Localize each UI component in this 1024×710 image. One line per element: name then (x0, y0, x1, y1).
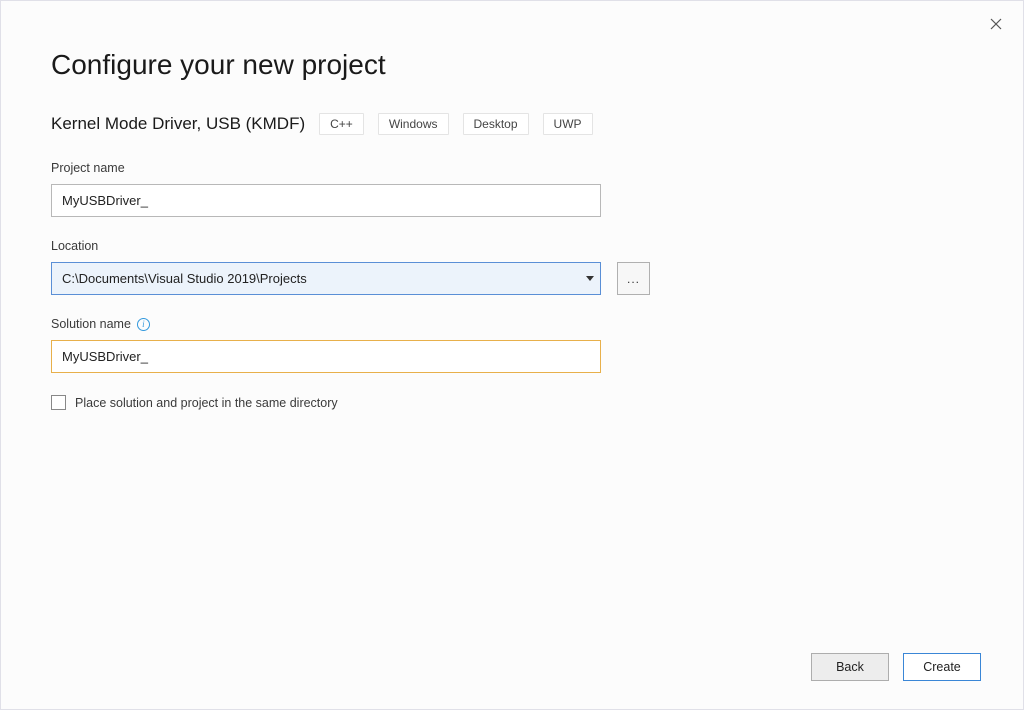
project-name-input[interactable] (51, 184, 601, 217)
solution-name-input[interactable] (51, 340, 601, 373)
tag-desktop: Desktop (463, 113, 529, 135)
solution-name-group: Solution name i (51, 317, 973, 373)
back-button[interactable]: Back (811, 653, 889, 681)
location-label: Location (51, 239, 973, 253)
solution-name-label: Solution name (51, 317, 131, 331)
project-name-group: Project name (51, 161, 973, 217)
template-row: Kernel Mode Driver, USB (KMDF) C++ Windo… (51, 113, 973, 135)
tag-windows: Windows (378, 113, 449, 135)
chevron-down-icon (580, 263, 600, 294)
create-button[interactable]: Create (903, 653, 981, 681)
tag-cpp: C++ (319, 113, 364, 135)
page-title: Configure your new project (51, 49, 973, 81)
location-group: Location C:\Documents\Visual Studio 2019… (51, 239, 973, 295)
project-name-label: Project name (51, 161, 973, 175)
location-value: C:\Documents\Visual Studio 2019\Projects (52, 271, 580, 286)
same-directory-label: Place solution and project in the same d… (75, 396, 338, 410)
location-combo[interactable]: C:\Documents\Visual Studio 2019\Projects (51, 262, 601, 295)
same-directory-row: Place solution and project in the same d… (51, 395, 973, 410)
dialog-content: Configure your new project Kernel Mode D… (1, 1, 1023, 410)
close-button[interactable] (983, 11, 1009, 37)
info-icon[interactable]: i (137, 318, 150, 331)
tag-uwp: UWP (543, 113, 593, 135)
close-icon (990, 18, 1002, 30)
footer: Back Create (811, 653, 981, 681)
browse-button[interactable]: ... (617, 262, 650, 295)
template-name: Kernel Mode Driver, USB (KMDF) (51, 114, 305, 134)
same-directory-checkbox[interactable] (51, 395, 66, 410)
